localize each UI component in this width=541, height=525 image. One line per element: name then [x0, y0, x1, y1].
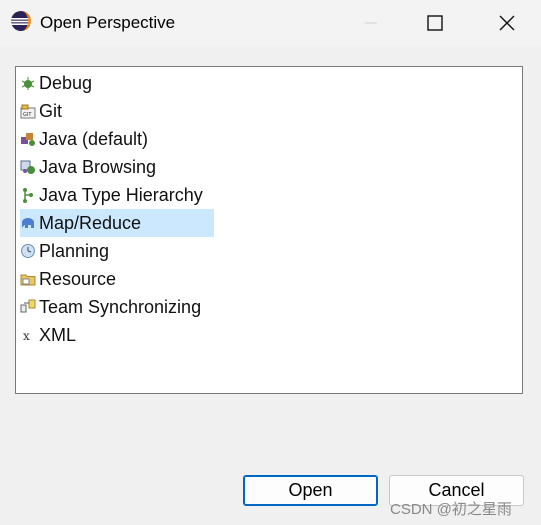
list-item-map-reduce[interactable]: Map/Reduce	[20, 209, 214, 237]
list-item-label: Java (default)	[39, 128, 149, 149]
java-icon	[21, 133, 35, 146]
list-item-label: Git	[39, 100, 63, 121]
svg-text:x: x	[23, 329, 30, 343]
list-item-java-type-hierarchy[interactable]: Java Type Hierarchy	[20, 181, 203, 209]
list-item-label: XML	[39, 324, 77, 345]
list-item-label: Debug	[39, 72, 93, 93]
list-item-team-synchronizing[interactable]: Team Synchronizing	[20, 293, 201, 321]
minimize-button[interactable]	[348, 0, 394, 46]
list-item-label: Java Browsing	[39, 156, 157, 177]
folder-icon	[20, 274, 36, 286]
title-bar: Open Perspective	[0, 0, 541, 46]
java-browsing-icon	[20, 160, 35, 174]
list-item-label: Planning	[39, 240, 110, 261]
list-item-label: Resource	[39, 268, 117, 289]
maximize-icon	[427, 15, 443, 31]
list-item-java-browsing[interactable]: Java Browsing	[20, 153, 156, 181]
clock-icon	[21, 244, 35, 258]
watermark-text: CSDN @初之星雨	[390, 501, 512, 518]
minimize-icon	[365, 22, 377, 24]
type-hierarchy-icon	[23, 188, 33, 203]
close-icon	[499, 15, 515, 31]
xml-icon: x	[23, 329, 30, 343]
svg-text:GIT: GIT	[23, 112, 32, 118]
elephant-icon	[22, 218, 34, 228]
list-item-git[interactable]: GIT Git	[20, 97, 62, 125]
close-button[interactable]	[484, 0, 530, 46]
list-item-xml[interactable]: x XML	[20, 321, 76, 349]
list-item-label: Java Type Hierarchy	[39, 184, 203, 205]
open-button[interactable]: Open	[243, 475, 378, 506]
window-title: Open Perspective	[40, 13, 176, 32]
team-sync-icon	[20, 299, 36, 313]
list-item-label: Map/Reduce	[39, 212, 142, 233]
maximize-button[interactable]	[412, 0, 458, 46]
list-item-label: Team Synchronizing	[39, 296, 202, 317]
list-item-debug[interactable]: Debug	[20, 69, 92, 97]
git-icon: GIT	[20, 104, 36, 119]
eclipse-logo-icon	[11, 11, 31, 31]
debug-icon	[21, 77, 35, 90]
list-item-java-default[interactable]: Java (default)	[20, 125, 148, 153]
perspective-list[interactable]: Debug GIT Git Java (default) Java Browsi…	[15, 66, 523, 394]
list-item-planning[interactable]: Planning	[20, 237, 109, 265]
list-item-resource[interactable]: Resource	[20, 265, 116, 293]
